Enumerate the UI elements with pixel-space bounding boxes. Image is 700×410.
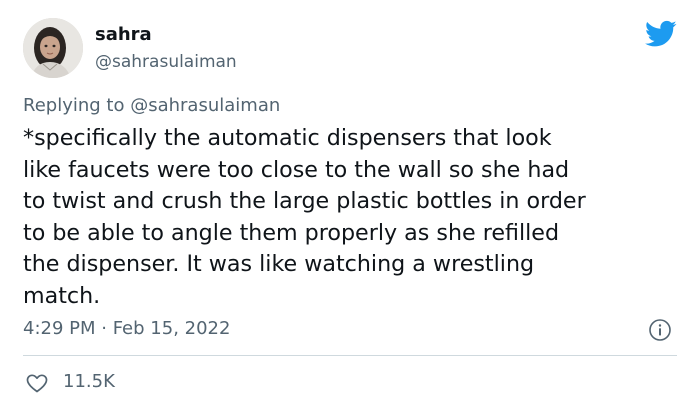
tweet-text-line: match.	[23, 282, 101, 309]
author-display-name[interactable]: sahra	[95, 23, 152, 47]
avatar[interactable]	[23, 18, 83, 78]
like-count[interactable]: 11.5K	[63, 370, 115, 394]
tweet-timestamp[interactable]: 4:29 PM · Feb 15, 2022	[23, 317, 230, 341]
twitter-bird-icon[interactable]	[645, 20, 677, 48]
avatar-photo	[23, 18, 83, 78]
divider	[23, 355, 677, 356]
tweet-text-line: the dispenser. It was like watching a wr…	[23, 251, 535, 277]
heart-icon[interactable]	[25, 371, 49, 395]
replying-to-line: Replying to @sahrasulaiman	[23, 94, 280, 118]
tweet-text: *specifically the automatic dispensers t…	[23, 123, 685, 312]
tweet-text-line: to twist and crush the large plastic bot…	[23, 188, 586, 214]
author-handle[interactable]: @sahrasulaiman	[95, 50, 237, 74]
replying-to-label: Replying to	[23, 95, 125, 116]
replying-to-handle[interactable]: @sahrasulaiman	[130, 95, 280, 116]
tweet-text-line: like faucets were too close to the wall …	[23, 156, 570, 183]
tweet-text-line: *specifically the automatic dispensers t…	[23, 125, 552, 151]
tweet-text-line: to be able to angle them properly as she…	[23, 219, 560, 246]
info-icon[interactable]	[648, 318, 672, 342]
